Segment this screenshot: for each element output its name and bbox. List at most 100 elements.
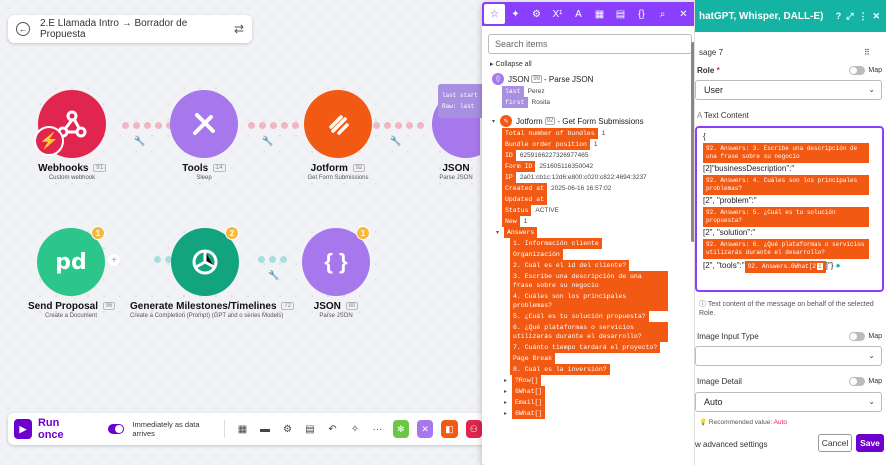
answer-pill[interactable]: Email[] [512, 397, 546, 408]
array-index-box[interactable]: 1 [817, 263, 823, 270]
swap-icon[interactable]: ⇄ [234, 22, 244, 36]
field-pill[interactable]: Status [502, 205, 532, 216]
field-pill[interactable]: IP [502, 172, 516, 183]
module-tools[interactable]: Tools 14 Sleep [160, 90, 248, 181]
field-pill[interactable]: Created at [502, 183, 548, 194]
tree-row[interactable]: 5. ¿Cuál es tu solución propuesta? [482, 311, 698, 322]
tree-row[interactable]: IP 2a01:cb1c:12d6:e800:c020:c822:4694:323… [482, 172, 698, 183]
tab-math-icon[interactable]: X¹ [547, 4, 568, 24]
module-send-proposal[interactable]: pd 1 Send Proposal 96 Create a Document [28, 226, 116, 319]
answer-pill[interactable]: Organización [510, 249, 563, 260]
more-icon[interactable]: ··· [370, 421, 385, 437]
tree-row[interactable]: 7. Cuánto tiempo tardará el proyecto? [482, 342, 698, 353]
tree-row[interactable]: 1. Información cliente [482, 238, 698, 249]
text-content-editor[interactable]: { 92. Answers: 3. Escribe una descripció… [695, 126, 884, 292]
image-detail-select[interactable]: Auto ⌄ [695, 392, 882, 412]
tree-row[interactable]: 3. Escribe una descripción de una frase … [482, 271, 698, 291]
close-icon[interactable]: ✕ [872, 11, 880, 22]
mapped-pill[interactable]: 92. Answers: 3. Escribe una descripción … [703, 143, 869, 163]
expand-caret-icon[interactable]: ▸ [504, 399, 510, 406]
field-pill[interactable]: New [502, 216, 520, 227]
favorites-icon[interactable]: ⚇ [465, 420, 482, 438]
field-pill[interactable]: Total number of bundles [502, 128, 598, 139]
answer-pill[interactable]: 8. Cuál es la inversión? [510, 364, 610, 375]
tree-row[interactable]: New 1 [482, 216, 698, 227]
calendar-icon[interactable]: ▦ [235, 421, 250, 437]
tree-row[interactable]: last Perez [482, 86, 698, 97]
tree-row[interactable]: Organización [482, 249, 698, 260]
tab-sparkle-icon[interactable]: ✦ [505, 4, 526, 24]
tree-node-json[interactable]: {} JSON 99 - Parse JSON [482, 72, 698, 86]
tree-row[interactable]: Created at 2025-06-16 16:57:02 [482, 183, 698, 194]
save-button[interactable]: Save [856, 434, 884, 452]
answer-pill[interactable]: 3. Escribe una descripción de una frase … [510, 271, 668, 291]
tree-row[interactable]: Total number of bundles 1 [482, 128, 698, 139]
field-pill[interactable]: first [502, 97, 528, 108]
collapse-all-link[interactable]: ▸ Collapse all [490, 60, 698, 68]
module-jotform[interactable]: Jotform 92 Get Form Submissions [296, 90, 380, 181]
field-pill[interactable]: Bundle order position [502, 139, 590, 150]
role-map-toggle[interactable]: Map [849, 66, 882, 75]
expand-caret-icon[interactable]: ▸ [504, 388, 510, 395]
tree-row[interactable]: 8. Cuál es la inversión? [482, 364, 698, 375]
field-pill[interactable]: Form ID [502, 161, 536, 172]
module-json-bottom[interactable]: { } 1 JSON 80 Parse JSON [296, 226, 376, 319]
answer-pill[interactable]: 1. Información cliente [510, 238, 602, 249]
notes-icon[interactable]: ▤ [303, 421, 318, 437]
answer-pill[interactable]: 7. Cuánto tiempo tardará el proyecto? [510, 342, 661, 353]
answer-pill[interactable]: Page Break [510, 353, 556, 364]
undo-icon[interactable]: ↶ [325, 421, 340, 437]
tree-row[interactable]: Page Break [482, 353, 698, 364]
field-pill[interactable]: Updated at [502, 194, 548, 205]
role-select[interactable]: User ⌄ [695, 80, 882, 100]
filter-wrench-icon[interactable]: 🔧 [390, 136, 401, 147]
tab-search-icon[interactable]: ⌕ [652, 4, 673, 24]
scenario-title[interactable]: 2.E Llamada Intro → Borrador de Propuest… [40, 18, 234, 40]
schedule-toggle[interactable] [108, 424, 125, 434]
answer-pill[interactable]: 4. Cuáles son los principales problemas? [510, 291, 668, 311]
mapped-pill[interactable]: 92. Answers.6What[2 1 [744, 261, 826, 273]
image-input-select[interactable]: ⌄ [695, 346, 882, 366]
expand-caret-icon[interactable]: ▸ [504, 377, 510, 384]
image-detail-map-toggle[interactable]: Map [849, 377, 882, 386]
close-icon[interactable]: ✕ [673, 4, 694, 24]
tree-row[interactable]: ▸ 6What[] [482, 386, 698, 397]
tree-row-answers[interactable]: ▾ Answers [482, 227, 698, 238]
expand-icon[interactable]: ⤢ [846, 11, 853, 22]
tree-row[interactable]: Status ACTIVE [482, 205, 698, 216]
mapped-pill[interactable]: 92. Answers: 6. ¿Qué plataformas o servi… [703, 239, 869, 259]
flow-control-icon[interactable]: ✕ [417, 420, 434, 438]
more-vertical-icon[interactable]: ⋮ [858, 11, 867, 22]
tab-array-icon[interactable]: ▤ [610, 4, 631, 24]
field-pill[interactable]: ID [502, 150, 516, 161]
drag-handle-icon[interactable]: ⠿ [864, 48, 876, 57]
tree-row[interactable]: Updated at [482, 194, 698, 205]
tree-node-jotform[interactable]: ▾ ✎ Jotform 92 - Get Form Submissions [482, 114, 698, 128]
tree-row[interactable]: Bundle order position 1 [482, 139, 698, 150]
tree-row[interactable]: ▸ 6What[] [482, 408, 698, 419]
run-once-button[interactable]: ▶ Run once [14, 417, 83, 441]
save-icon[interactable]: ▬ [258, 421, 273, 437]
filter-wrench-icon[interactable]: 🔧 [262, 136, 273, 147]
tree-row[interactable]: first Rosita [482, 97, 698, 108]
tree-row[interactable]: 2. Cuál es el id del cliente? [482, 260, 698, 271]
module-generate-milestones[interactable]: 2 Generate Milestones/Timelines 72 Creat… [130, 226, 295, 319]
search-input[interactable]: Search items [488, 34, 692, 54]
tools-shortcut-icon[interactable]: ✻ [392, 420, 410, 438]
filter-wrench-icon[interactable]: 🔧 [134, 136, 145, 147]
tree-row[interactable]: ▸ ?Row[] [482, 375, 698, 386]
tab-calendar-icon[interactable]: ▦ [589, 4, 610, 24]
answer-pill[interactable]: 2. Cuál es el id del cliente? [510, 260, 630, 271]
answer-pill[interactable]: 6What[] [512, 386, 546, 397]
tree-row[interactable]: 6. ¿Qué plataformas o servicios utilizar… [482, 322, 698, 342]
mapped-pill[interactable]: 92. Answers: 4. Cuáles son los principal… [703, 175, 869, 195]
recommended-value[interactable]: Auto [774, 419, 787, 426]
tab-text-icon[interactable]: A [568, 4, 589, 24]
collapse-caret-icon[interactable]: ▾ [492, 118, 498, 125]
field-pill[interactable]: last [502, 86, 524, 97]
tree-row[interactable]: Form ID 251605116350042 [482, 161, 698, 172]
tab-json-braces-icon[interactable]: {} [631, 4, 652, 24]
magic-wand-icon[interactable]: ✧ [348, 421, 363, 437]
collapse-caret-icon[interactable]: ▾ [496, 229, 502, 236]
tree-row[interactable]: 4. Cuáles son los principales problemas? [482, 291, 698, 311]
